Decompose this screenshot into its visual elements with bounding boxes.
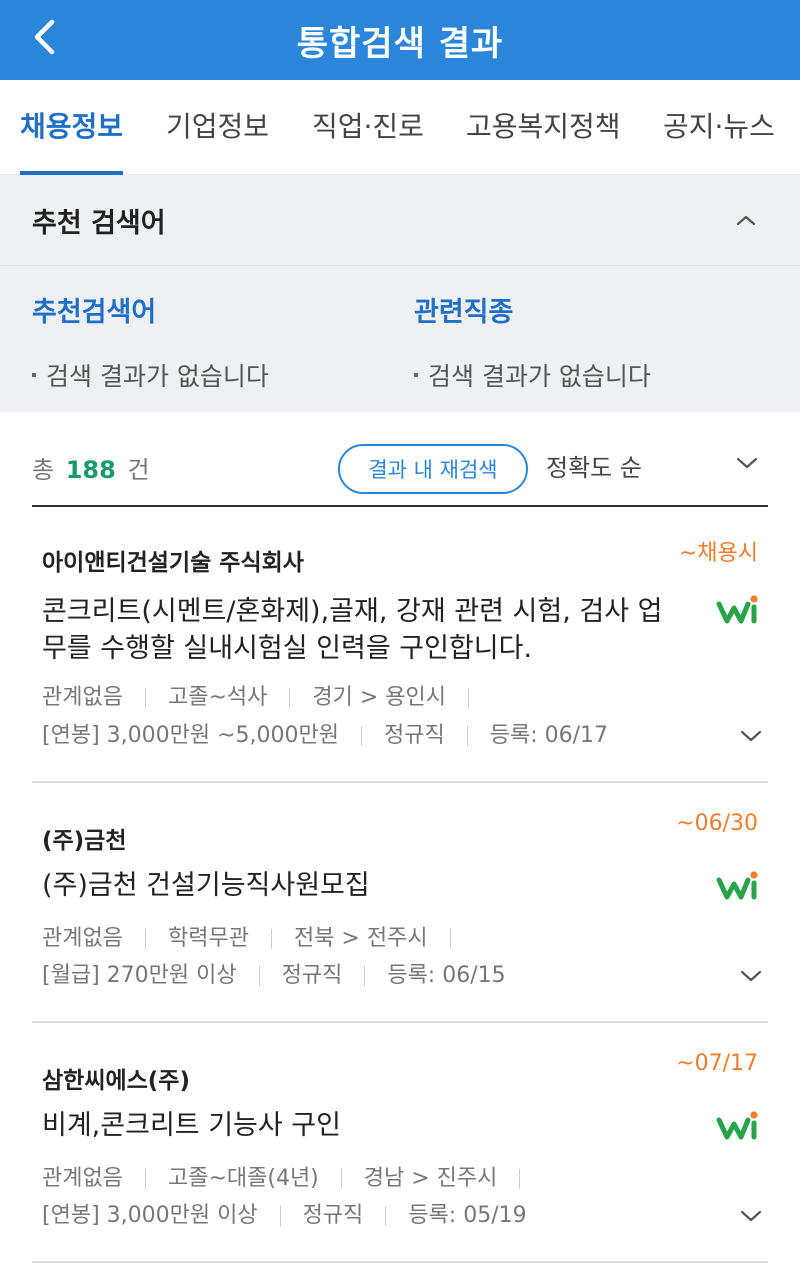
job-meta-row-2: [연봉] 3,000만원 ~5,000만원 정규직 등록: 06/17 — [42, 717, 608, 749]
bullet — [32, 373, 36, 377]
salary: [연봉] 3,000만원 이상 — [42, 1203, 258, 1228]
divider — [519, 1169, 521, 1189]
job-meta-row-1: 관계없음 고졸~석사 경기 > 용인시 — [42, 679, 491, 711]
worknet-logo-icon — [716, 595, 758, 624]
company-name: 삼한씨에스(주) — [42, 1068, 190, 1094]
job-list-item[interactable]: (주)금천 ~06/30 (주)금천 건설기능직사원모집 관계없음 학력무관 전북 … — [32, 783, 768, 1023]
career-condition: 관계없음 — [42, 926, 123, 951]
result-summary: 총 188 건 결과 내 재검색 정확도 순 — [32, 412, 768, 507]
education: 고졸~석사 — [167, 685, 268, 710]
recommend-keywords: 추천검색어 검색 결과가 없습니다 — [32, 290, 269, 393]
divider — [270, 929, 272, 949]
page-title: 통합검색 결과 — [296, 23, 504, 64]
divider — [340, 1169, 342, 1189]
tab-bar: 채용정보 기업정보 직업·진로 고용복지정책 공지·뉴스 — [0, 80, 800, 175]
divider — [466, 726, 468, 746]
career-condition: 관계없음 — [42, 685, 123, 710]
empty-message: 검색 결과가 없습니다 — [414, 357, 651, 393]
related-jobs: 관련직종 검색 결과가 없습니다 — [414, 290, 651, 393]
deadline: ~07/17 — [676, 1051, 758, 1076]
job-title[interactable]: (주)금천 건설기능직사원모집 — [42, 867, 682, 904]
recommend-body: 추천검색어 검색 결과가 없습니다 관련직종 검색 결과가 없습니다 — [0, 266, 800, 412]
recommend-section-title: 추천 검색어 — [32, 207, 166, 239]
career-condition: 관계없음 — [42, 1166, 123, 1191]
divider — [468, 688, 469, 708]
chevron-down-icon[interactable] — [736, 456, 758, 470]
registered-date: 등록: 06/17 — [489, 723, 609, 748]
divider — [289, 688, 291, 708]
recommend-keywords-title: 추천검색어 — [32, 297, 157, 328]
job-list-item[interactable]: 삼한씨에스(주) ~07/17 비계,콘크리트 기능사 구인 관계없음 고졸~대졸… — [32, 1023, 768, 1263]
tab-welfare-policy[interactable]: 고용복지정책 — [466, 80, 621, 174]
divider — [364, 966, 366, 986]
empty-text: 검색 결과가 없습니다 — [428, 362, 651, 391]
education: 고졸~대졸(4년) — [167, 1166, 319, 1191]
employment-type: 정규직 — [281, 963, 343, 988]
tab-career[interactable]: 직업·진로 — [312, 80, 424, 174]
location: 경기 > 용인시 — [312, 685, 446, 710]
tab-companies[interactable]: 기업정보 — [166, 80, 269, 174]
registered-date: 등록: 05/19 — [408, 1203, 527, 1228]
location: 전북 > 전주시 — [293, 926, 428, 951]
back-button[interactable] — [24, 14, 64, 60]
deadline: ~채용시 — [678, 541, 758, 566]
job-meta-row-1: 관계없음 학력무관 전북 > 전주시 — [42, 920, 473, 952]
chevron-left-icon — [34, 19, 55, 55]
tab-notice-news[interactable]: 공지·뉴스 — [663, 80, 775, 174]
salary: [연봉] 3,000만원 ~5,000만원 — [42, 723, 339, 748]
divider — [258, 966, 260, 986]
chevron-down-icon[interactable] — [740, 969, 762, 983]
job-meta-row-2: [월급] 270만원 이상 정규직 등록: 06/15 — [42, 957, 506, 989]
chevron-down-icon[interactable] — [740, 729, 762, 743]
company-name: 아이앤티건설기술 주식회사 — [42, 550, 304, 576]
employment-type: 정규직 — [384, 723, 445, 748]
empty-message: 검색 결과가 없습니다 — [32, 357, 269, 393]
tab-jobs[interactable]: 채용정보 — [20, 80, 124, 175]
job-title[interactable]: 비계,콘크리트 기능사 구인 — [42, 1107, 682, 1144]
divider — [144, 1169, 146, 1189]
employment-type: 정규직 — [302, 1203, 364, 1228]
divider — [279, 1206, 281, 1226]
divider — [144, 688, 146, 708]
count-number: 188 — [65, 456, 116, 484]
recommend-header[interactable]: 추천 검색어 — [0, 175, 800, 266]
chevron-down-icon[interactable] — [740, 1209, 762, 1223]
job-list-item[interactable]: 아이앤티건설기술 주식회사 ~채용시 콘크리트(시멘트/혼화제),골재, 강재 … — [32, 507, 768, 783]
company-name: (주)금천 — [42, 828, 127, 854]
job-meta-row-1: 관계없음 고졸~대졸(4년) 경남 > 진주시 — [42, 1160, 542, 1192]
job-meta-row-2: [연봉] 3,000만원 이상 정규직 등록: 05/19 — [42, 1197, 527, 1229]
count-prefix: 총 — [32, 456, 55, 484]
job-title[interactable]: 콘크리트(시멘트/혼화제),골재, 강재 관련 시험, 검사 업무를 수행할 실… — [42, 593, 682, 667]
app-header: 통합검색 결과 — [0, 0, 800, 80]
result-count: 총 188 건 — [32, 450, 150, 485]
location: 경남 > 진주시 — [363, 1166, 498, 1191]
salary: [월급] 270만원 이상 — [42, 963, 237, 988]
divider — [144, 929, 146, 949]
divider — [385, 1206, 387, 1226]
education: 학력무관 — [167, 926, 249, 951]
divider — [449, 929, 451, 949]
worknet-logo-icon — [716, 1111, 758, 1140]
empty-text: 검색 결과가 없습니다 — [46, 362, 269, 391]
count-suffix: 건 — [127, 456, 150, 484]
worknet-logo-icon — [716, 871, 758, 900]
divider — [361, 726, 362, 746]
related-jobs-title: 관련직종 — [414, 297, 514, 328]
registered-date: 등록: 06/15 — [387, 963, 506, 988]
deadline: ~06/30 — [676, 811, 758, 836]
chevron-up-icon[interactable] — [736, 214, 756, 226]
research-within-results-button[interactable]: 결과 내 재검색 — [338, 444, 528, 494]
bullet — [414, 373, 418, 377]
sort-select[interactable]: 정확도 순 — [546, 448, 642, 483]
